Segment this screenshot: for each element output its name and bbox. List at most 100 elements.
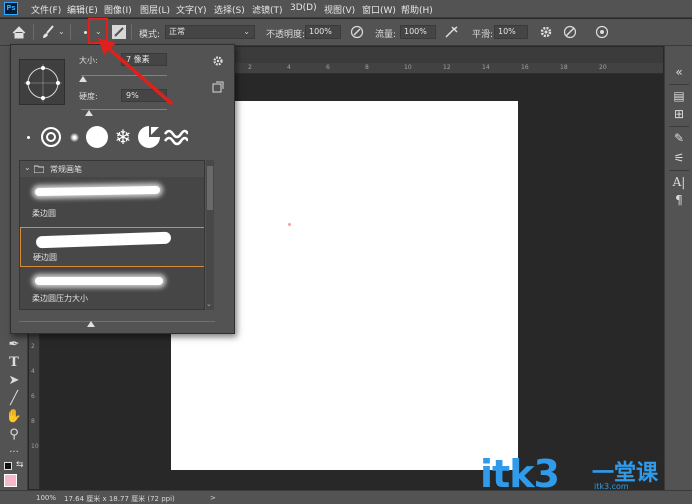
preset-row-soft-round-pressure[interactable]: 柔边圆压力大小 bbox=[20, 271, 204, 309]
flow-label: 流量: bbox=[375, 30, 397, 40]
menu-3d[interactable]: 3D(D) bbox=[290, 3, 317, 13]
opacity-label: 不透明度: bbox=[266, 30, 306, 40]
gear-icon[interactable] bbox=[212, 55, 224, 67]
size-label: 大小: bbox=[79, 56, 98, 65]
type-tool-icon[interactable]: T bbox=[4, 354, 24, 372]
brush-tip-snowflake[interactable]: ❄ bbox=[111, 124, 135, 150]
ruler-number: 8 bbox=[31, 418, 35, 425]
brush-cursor bbox=[288, 223, 291, 226]
watermark-sub-text: itk3.com bbox=[594, 482, 629, 491]
pressure-opacity-icon[interactable] bbox=[350, 25, 364, 39]
mode-value: 正常 bbox=[169, 27, 185, 36]
preset-group-header[interactable]: ⌄ 常规画笔 bbox=[20, 161, 204, 177]
adjustments-icon[interactable]: ⚟ bbox=[671, 150, 687, 166]
scroll-down-icon[interactable]: ⌄ bbox=[206, 300, 212, 308]
brush-size-preview-icon[interactable] bbox=[84, 31, 87, 34]
separator bbox=[33, 24, 34, 40]
menu-select[interactable]: 选择(S) bbox=[214, 3, 245, 16]
ruler-number: 4 bbox=[287, 64, 291, 71]
preset-list-scrollbar[interactable]: ⌄ bbox=[206, 160, 214, 310]
scrollbar-thumb[interactable] bbox=[207, 166, 213, 210]
brush-tip-hard-large[interactable] bbox=[85, 124, 109, 150]
pen-tool-icon[interactable]: ✒ bbox=[4, 336, 24, 354]
smoothing-field[interactable]: 10% bbox=[494, 25, 528, 39]
photoshop-logo: Ps bbox=[4, 2, 18, 15]
menu-type[interactable]: 文字(Y) bbox=[176, 3, 207, 16]
menu-layer[interactable]: 图层(L) bbox=[140, 3, 170, 16]
preview-size-slider-thumb[interactable] bbox=[87, 321, 95, 327]
menu-window[interactable]: 窗口(W) bbox=[362, 3, 396, 16]
new-preset-icon[interactable] bbox=[212, 81, 224, 93]
brush-tip-small-dot[interactable] bbox=[19, 124, 37, 150]
menu-filter[interactable]: 滤镜(T) bbox=[252, 3, 283, 16]
hardness-slider-thumb[interactable] bbox=[84, 110, 93, 116]
hand-tool-icon[interactable]: ✋ bbox=[4, 408, 24, 426]
properties-icon[interactable]: ⊞ bbox=[671, 106, 687, 122]
menu-edit[interactable]: 编辑(E) bbox=[67, 3, 98, 16]
brush-angle-preview[interactable] bbox=[19, 59, 65, 105]
menu-image[interactable]: 图像(I) bbox=[104, 3, 132, 16]
menu-help[interactable]: 帮助(H) bbox=[401, 3, 433, 16]
brush-tip-soft-dot[interactable] bbox=[65, 124, 83, 150]
line-tool-icon[interactable]: ╱ bbox=[4, 390, 24, 408]
default-colors-icon[interactable] bbox=[4, 462, 12, 470]
mode-select[interactable]: 正常 ⌄ bbox=[165, 25, 255, 39]
recent-brush-tips: ❄ bbox=[19, 124, 229, 150]
path-selection-tool-icon[interactable]: ➤ bbox=[4, 372, 24, 390]
ruler-number: 14 bbox=[482, 64, 490, 71]
history-icon[interactable]: ▤ bbox=[671, 88, 687, 104]
chevron-down-icon: ⌄ bbox=[243, 27, 250, 36]
preview-size-slider[interactable] bbox=[19, 321, 215, 322]
ruler-number: 2 bbox=[248, 64, 252, 71]
watermark-text: itk3 bbox=[480, 452, 560, 496]
brush-preset-list[interactable]: ⌄ 常规画笔 柔边圆 硬边圆 柔边圆压力大小 bbox=[19, 160, 205, 310]
ruler-number: 6 bbox=[31, 393, 35, 400]
status-menu-arrow[interactable]: > bbox=[210, 494, 216, 502]
brush-tip-ring[interactable] bbox=[39, 124, 63, 150]
separator bbox=[669, 84, 689, 85]
brush-settings-panel-icon[interactable] bbox=[112, 25, 126, 39]
preset-row-hard-round[interactable]: 硬边圆 bbox=[20, 227, 204, 267]
opacity-field[interactable]: 100% bbox=[305, 25, 341, 39]
menu-file[interactable]: 文件(F) bbox=[31, 3, 61, 16]
preset-name: 硬边圆 bbox=[33, 253, 57, 262]
watermark-logo: itk3 一堂课 itk3.com bbox=[480, 452, 685, 500]
flow-field[interactable]: 100% bbox=[400, 25, 436, 39]
chevron-down-icon[interactable]: ⌄ bbox=[24, 163, 31, 172]
home-icon[interactable] bbox=[12, 26, 26, 39]
paragraph-panel-icon[interactable]: ¶ bbox=[671, 192, 687, 208]
opacity-value: 100% bbox=[309, 27, 332, 36]
size-slider-thumb[interactable] bbox=[78, 76, 87, 82]
ruler-number: 8 bbox=[365, 64, 369, 71]
menu-bar: Ps 文件(F) 编辑(E) 图像(I) 图层(L) 文字(Y) 选择(S) 滤… bbox=[0, 0, 692, 18]
pressure-size-icon[interactable] bbox=[595, 25, 609, 39]
ruler-number: 20 bbox=[599, 64, 607, 71]
hardness-label: 硬度: bbox=[79, 92, 98, 101]
ruler-number: 6 bbox=[326, 64, 330, 71]
document-info: 17.64 厘米 x 18.77 厘米 (72 ppi) bbox=[64, 495, 175, 503]
collapse-panels-icon[interactable]: « bbox=[671, 64, 687, 80]
foreground-color-swatch[interactable] bbox=[4, 474, 17, 487]
swap-colors-icon[interactable]: ⇆ bbox=[16, 460, 24, 470]
airbrush-icon[interactable] bbox=[444, 25, 460, 39]
brush-panel-icon[interactable]: ✎ bbox=[671, 130, 687, 146]
brush-tip-pie[interactable] bbox=[137, 124, 161, 150]
ruler-horizontal[interactable]: 2 4 6 8 10 12 14 16 18 20 bbox=[234, 63, 663, 74]
chevron-down-icon[interactable]: ⌄ bbox=[58, 27, 65, 36]
brush-icon[interactable] bbox=[40, 24, 56, 40]
zoom-level[interactable]: 100% bbox=[36, 494, 56, 502]
menu-view[interactable]: 视图(V) bbox=[324, 3, 355, 16]
brush-angle-diagram bbox=[24, 64, 62, 102]
zoom-tool-icon[interactable]: ⚲ bbox=[4, 426, 24, 444]
ruler-number: 10 bbox=[31, 443, 39, 450]
character-panel-icon[interactable]: A| bbox=[671, 174, 687, 190]
separator bbox=[669, 126, 689, 127]
ruler-number: 4 bbox=[31, 368, 35, 375]
separator bbox=[70, 24, 71, 40]
gear-icon[interactable] bbox=[539, 25, 553, 39]
preset-row-soft-round[interactable]: 柔边圆 bbox=[20, 179, 204, 225]
panel-dock: « ▤ ⊞ ✎ ⚟ A| ¶ bbox=[664, 46, 692, 490]
brush-angle-icon[interactable] bbox=[563, 25, 577, 39]
brush-tip-wave[interactable] bbox=[163, 124, 189, 150]
ruler-number: 12 bbox=[443, 64, 451, 71]
